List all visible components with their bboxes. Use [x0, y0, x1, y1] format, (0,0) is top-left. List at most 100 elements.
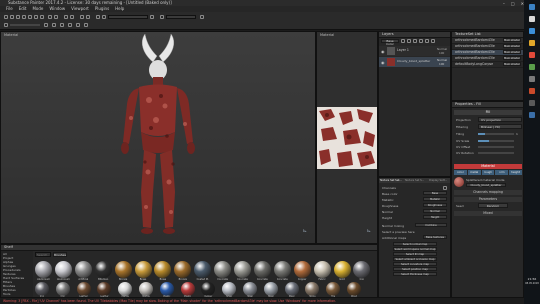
shelf-material[interactable]: Bronze	[114, 261, 132, 282]
base-color-format[interactable]: Base	[423, 191, 447, 195]
smudge-icon[interactable]	[28, 15, 32, 19]
shelf-material[interactable]: Concrete	[234, 261, 251, 282]
channel-dropdown[interactable]	[108, 15, 148, 19]
viewport-3d[interactable]: Material ⊾	[0, 31, 316, 244]
shader-dropdown[interactable]: Main shader	[503, 56, 521, 60]
eraser-icon[interactable]	[10, 15, 14, 19]
tab-texture-set-settings[interactable]: Texture Set Set...	[379, 179, 403, 182]
height-format[interactable]: Height	[423, 215, 447, 219]
shelf-material[interactable]: Copper	[293, 261, 311, 282]
shelf-material[interactable]: Concrete	[253, 261, 271, 282]
add-effect-icon[interactable]	[419, 39, 423, 43]
brush-size-slider[interactable]	[10, 24, 40, 26]
filtering-dropdown[interactable]: Bilinear | HQ	[478, 124, 522, 129]
select-ao-map-button[interactable]: Select ambient occlusion map	[393, 257, 437, 261]
viewport-2d[interactable]: Material ⊾	[316, 31, 378, 244]
environment-dropdown[interactable]	[166, 15, 196, 19]
maximize-button[interactable]: □	[511, 1, 515, 6]
camera-icon[interactable]	[64, 15, 68, 19]
shader-dropdown[interactable]: Main shader	[503, 38, 521, 42]
add-layer-icon[interactable]	[401, 39, 405, 43]
shelf-material[interactable]: Gold	[333, 261, 351, 282]
shelf-material[interactable]: Coated M.	[194, 261, 212, 282]
texture-set-row[interactable]: defaultBodyLongCorpse Main shader	[452, 62, 523, 68]
tiling-slider[interactable]	[478, 133, 514, 135]
select-world-normal-map-button[interactable]: Select world space normal map	[393, 247, 437, 251]
channels-mapping-header[interactable]: Channels mapping	[454, 190, 522, 195]
flow-icon[interactable]	[44, 23, 48, 27]
layer-opacity[interactable]: 100	[439, 51, 444, 55]
shelf-filter-tag[interactable]: Brushes	[53, 252, 67, 257]
settings-icon[interactable]	[150, 15, 154, 19]
app-icon[interactable]	[529, 76, 535, 82]
normal-format[interactable]: Normal	[423, 209, 447, 213]
app-icon[interactable]	[529, 100, 535, 106]
delete-layer-icon[interactable]	[431, 39, 435, 43]
fill-section-header[interactable]: Fill	[454, 110, 522, 115]
shelf-material[interactable]: Bitumen	[94, 261, 112, 282]
normal-mixing-dropdown[interactable]: Combine	[415, 223, 447, 227]
tiling-value[interactable]: 1	[516, 132, 518, 136]
uv-offset-slider[interactable]	[478, 146, 514, 148]
mixed-header[interactable]: Mixed	[454, 211, 522, 216]
visibility-eye-icon[interactable]: ◉	[381, 60, 385, 65]
shelf-material[interactable]: Artificial	[74, 261, 92, 282]
clone-icon[interactable]	[34, 15, 38, 19]
explorer-icon[interactable]	[529, 40, 535, 46]
light-icon[interactable]	[160, 15, 164, 19]
viewport-mode-icon[interactable]	[102, 15, 106, 19]
add-channel-icon[interactable]	[443, 186, 447, 190]
select-position-map-button[interactable]: Select position map	[393, 267, 437, 271]
lazy-mouse-icon[interactable]	[68, 23, 72, 27]
add-folder-icon[interactable]	[425, 39, 429, 43]
shader-dropdown[interactable]: Main shader	[503, 62, 521, 66]
visibility-eye-icon[interactable]: ◉	[381, 49, 385, 54]
roughness-format[interactable]: Roughness	[423, 203, 447, 207]
shelf-material[interactable]: Bronze	[174, 261, 192, 282]
tab-display-settings[interactable]: Display Sett...	[426, 179, 450, 182]
shelf-material[interactable]: Concrete	[214, 261, 232, 282]
select-thickness-map-button[interactable]: Select thickness map	[393, 272, 437, 276]
picker-icon[interactable]	[40, 15, 44, 19]
paint-brush-icon[interactable]	[4, 15, 8, 19]
parameters-header[interactable]: Parameters	[454, 197, 522, 202]
render-icon[interactable]	[70, 15, 74, 19]
seed-random-button[interactable]: Random	[478, 203, 508, 208]
edge-icon[interactable]	[529, 28, 535, 34]
select-normal-map-button[interactable]: Select normal map	[393, 242, 437, 246]
display-icon[interactable]	[200, 15, 204, 19]
uv-rotation-slider[interactable]	[478, 152, 514, 154]
uv-scale-slider[interactable]	[478, 140, 514, 142]
material-section-header[interactable]: Material	[454, 164, 522, 169]
layer-row[interactable]: ◉ Layer 1 Normal 100	[379, 46, 450, 56]
shader-dropdown[interactable]: Main shader	[503, 50, 521, 54]
shelf-material[interactable]: Concrete	[273, 261, 291, 282]
shelf-material[interactable]: Brass	[154, 261, 172, 282]
select-id-map-button[interactable]: Select ID map	[393, 252, 437, 256]
projection-icon[interactable]	[16, 15, 20, 19]
add-fill-layer-icon[interactable]	[407, 39, 411, 43]
shelf-material[interactable]: Aluminium	[35, 261, 52, 282]
minimize-button[interactable]: –	[503, 1, 505, 6]
alignment-icon[interactable]	[60, 23, 64, 27]
layer-row-selected[interactable]: ◉ Cloudy_blood_splatter Normal 100	[379, 57, 450, 67]
material-preview-ball[interactable]	[454, 177, 464, 187]
layout-icon[interactable]	[96, 15, 100, 19]
cortana-icon[interactable]	[529, 16, 535, 22]
layer-channel-dropdown[interactable]: Base Color	[381, 39, 399, 46]
channel-rough-toggle[interactable]: rough	[481, 170, 495, 175]
shelf-material[interactable]: Iron	[353, 261, 371, 282]
channel-color-toggle[interactable]: color	[454, 170, 467, 175]
polygon-fill-icon[interactable]	[48, 15, 52, 19]
channel-nrm-toggle[interactable]: nrm	[495, 170, 509, 175]
shelf-search-input[interactable]	[35, 252, 51, 257]
bake-icon[interactable]	[54, 15, 58, 19]
channel-height-toggle[interactable]: height	[509, 170, 522, 175]
backface-icon[interactable]	[76, 23, 80, 27]
spotify-icon[interactable]	[529, 64, 535, 70]
metallic-format[interactable]: Metallic	[423, 197, 447, 201]
select-curvature-map-button[interactable]: Select curvature map	[393, 262, 437, 266]
geometry-decal-icon[interactable]	[22, 15, 26, 19]
add-mask-icon[interactable]	[413, 39, 417, 43]
tab-texture-set-shaders[interactable]: Texture Set S...	[403, 179, 427, 182]
